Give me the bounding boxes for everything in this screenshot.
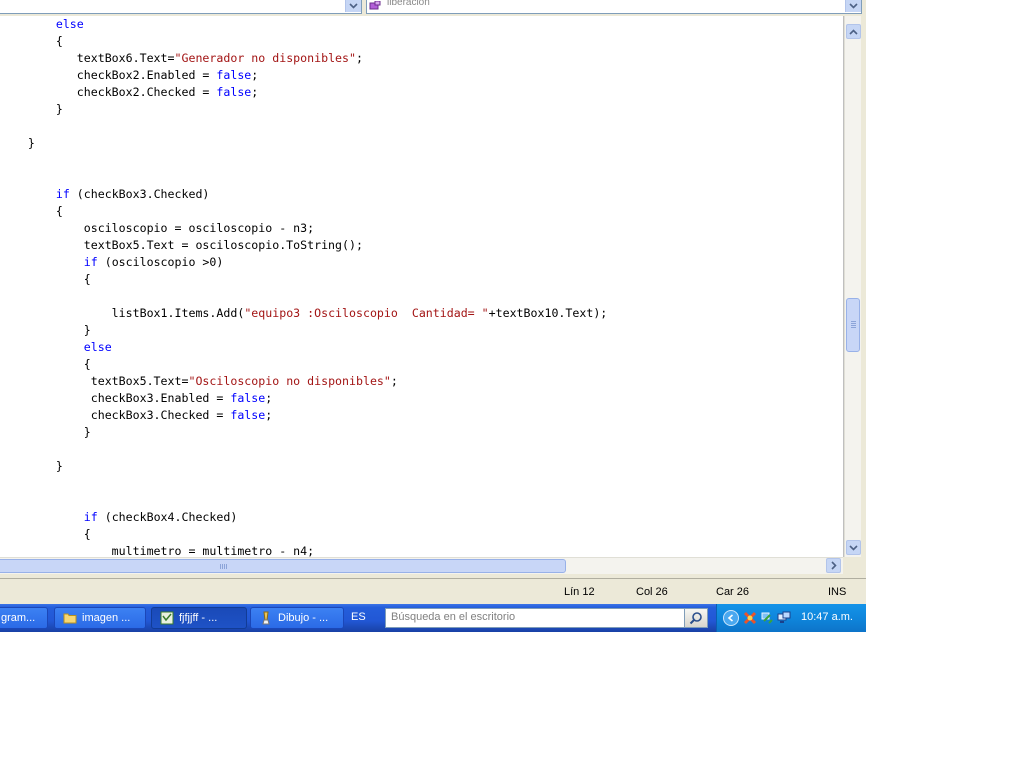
folder-icon — [63, 613, 77, 624]
code-line: else — [83, 340, 112, 354]
vertical-scroll-thumb[interactable] — [846, 298, 860, 352]
chevron-right-icon — [830, 561, 837, 570]
security-tray-icon[interactable] — [743, 611, 757, 625]
code-line: { — [0, 357, 91, 371]
chevron-left-icon — [727, 614, 734, 622]
code-line: if (checkBox4.Checked) — [83, 510, 238, 524]
code-line: textBox6.Text="Generador no disponibles"… — [0, 51, 363, 65]
chevron-up-icon — [849, 28, 858, 35]
chevron-down-icon — [349, 3, 358, 9]
horizontal-scroll-thumb[interactable] — [0, 559, 566, 573]
clock[interactable]: 10:47 a.m. — [801, 611, 853, 623]
code-line: textBox5.Text="Osciloscopio no disponibl… — [0, 374, 398, 388]
code-line: { — [0, 204, 63, 218]
search-placeholder: Búsqueda en el escritorio — [391, 611, 516, 623]
code-line: } — [0, 136, 35, 150]
ide-window: liberacion else { textBox6.Text="Generad… — [0, 0, 866, 632]
search-button[interactable] — [684, 608, 708, 628]
member-dropdown-arrow[interactable] — [845, 0, 861, 12]
code-line: listBox1.Items.Add("equipo3 :Osciloscopi… — [0, 306, 608, 320]
method-icon — [369, 1, 381, 10]
network-tray-icon[interactable] — [760, 611, 774, 625]
computer-tray-icon[interactable] — [777, 611, 791, 625]
language-indicator[interactable]: ES — [351, 611, 366, 623]
taskbar: gram... imagen ... fjfjjff - ... Dibujo … — [0, 604, 866, 632]
code-line: } — [0, 425, 91, 439]
show-hidden-icons-button[interactable] — [723, 610, 739, 626]
scroll-down-button[interactable] — [846, 540, 861, 555]
code-line: checkBox2.Enabled = false; — [0, 68, 259, 82]
taskbar-button-program[interactable]: gram... — [0, 607, 48, 629]
character-number: Car 26 — [716, 586, 750, 598]
visual-studio-icon — [160, 611, 174, 625]
chevron-down-icon — [849, 3, 858, 9]
search-icon — [689, 612, 702, 625]
line-number: Lín 12 — [564, 586, 595, 598]
desktop-search-input[interactable]: Búsqueda en el escritorio — [385, 608, 685, 628]
member-dropdown-value: liberacion — [387, 0, 430, 8]
type-dropdown-arrow[interactable] — [345, 0, 361, 12]
type-dropdown[interactable] — [0, 0, 362, 14]
navigation-bar: liberacion — [0, 0, 866, 16]
chevron-down-icon — [849, 544, 858, 551]
code-line: checkBox3.Checked = false; — [0, 408, 273, 422]
taskbar-button-imagen[interactable]: imagen ... — [54, 607, 146, 629]
code-line: { — [0, 527, 91, 541]
status-bar: Lín 12 Col 26 Car 26 INS — [0, 578, 866, 605]
code-line: } — [0, 459, 63, 473]
code-line: if (osciloscopio >0) — [83, 255, 224, 269]
code-text: else { textBox6.Text="Generador no dispo… — [0, 16, 607, 557]
paint-icon — [262, 611, 270, 625]
code-line: if (checkBox3.Checked) — [55, 187, 210, 201]
code-line: checkBox3.Enabled = false; — [0, 391, 273, 405]
code-line: checkBox2.Checked = false; — [0, 85, 259, 99]
taskbar-button-visual-studio[interactable]: fjfjjff - ... — [151, 607, 247, 629]
column-number: Col 26 — [636, 586, 668, 598]
code-line: textBox5.Text = osciloscopio.ToString(); — [0, 238, 363, 252]
code-line: { — [0, 34, 63, 48]
code-line: } — [0, 323, 91, 337]
code-line: multimetro = multimetro - n4; — [0, 544, 315, 557]
system-tray: 10:47 a.m. — [716, 604, 866, 632]
taskbar-button-paint[interactable]: Dibujo - ... — [250, 607, 344, 629]
insert-mode: INS — [828, 586, 847, 598]
code-line: { — [0, 272, 91, 286]
code-line: osciloscopio = osciloscopio - n3; — [0, 221, 315, 235]
code-editor[interactable]: else { textBox6.Text="Generador no dispo… — [0, 16, 844, 557]
code-line: } — [0, 102, 63, 116]
code-line: else — [55, 17, 84, 31]
vertical-scrollbar[interactable] — [844, 16, 861, 557]
horizontal-scrollbar[interactable] — [0, 557, 843, 574]
member-dropdown[interactable]: liberacion — [366, 0, 862, 14]
scroll-right-button[interactable] — [826, 558, 841, 573]
scroll-up-button[interactable] — [846, 24, 861, 39]
